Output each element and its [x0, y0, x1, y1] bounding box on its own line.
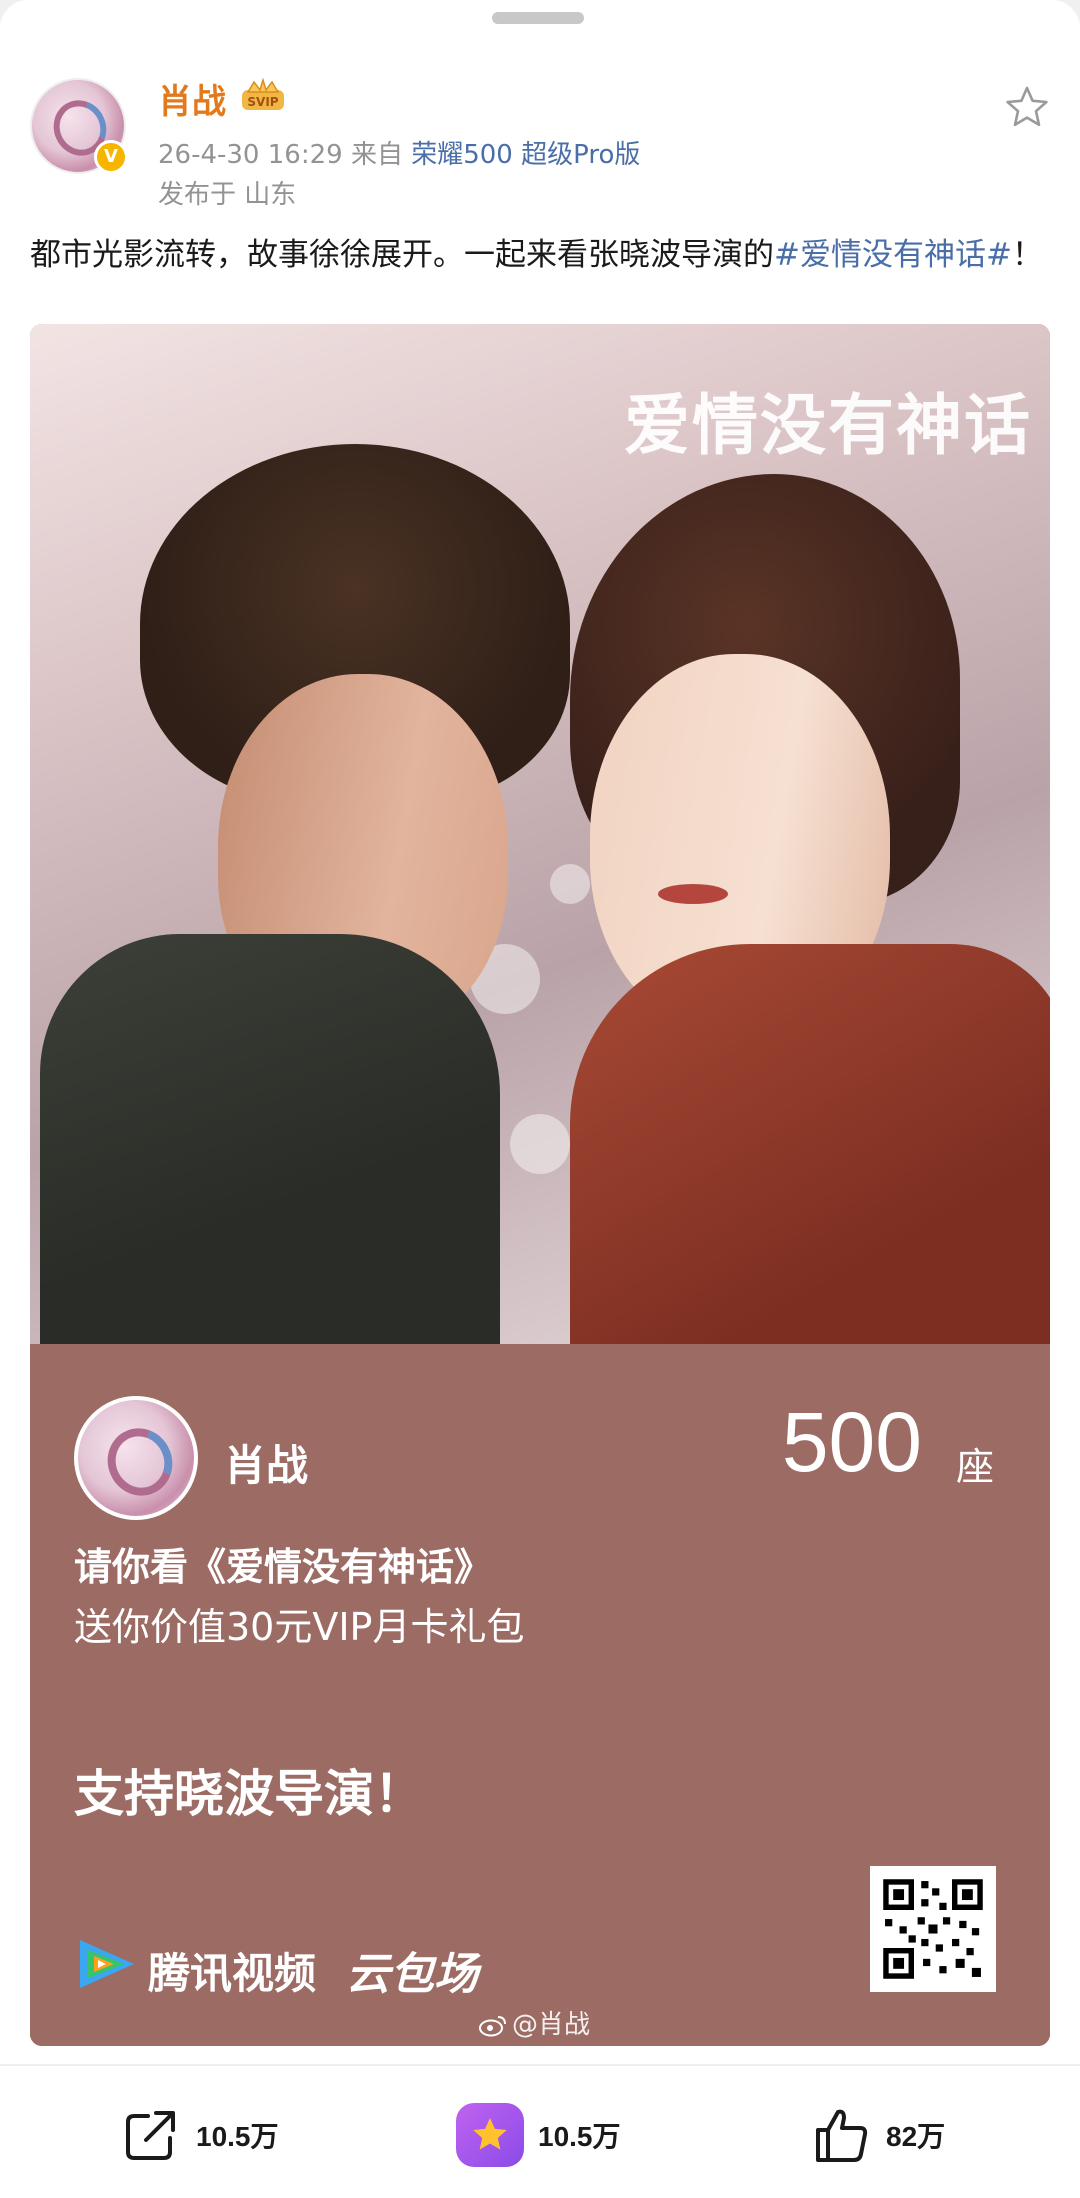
post-meta: 26-4-30 16:29 来自 荣耀500 超级Pro版: [158, 134, 640, 171]
action-bar: 10.5万 10.5万 82万: [0, 2080, 1080, 2190]
support-text: 支持晓波导演！: [74, 1765, 424, 1823]
seat-count: 500: [781, 1395, 922, 1489]
post-text: 都市光影流转，故事徐徐展开。一起来看张晓波导演的#爱情没有神话#！: [30, 232, 1050, 278]
source-prefix: 来自: [350, 140, 403, 170]
invite-text: 请你看《爱情没有神话》: [74, 1545, 493, 1589]
svg-text:SVIP: SVIP: [247, 95, 278, 109]
invite-card[interactable]: 爱情没有神话 肖战 500 座 请你看《爱情没有神话》 送你价值30元VIP月卡…: [30, 324, 1050, 2046]
card-avatar: [74, 1396, 198, 1520]
like-button[interactable]: 82万: [810, 2100, 945, 2170]
brand-name: 腾讯视频: [148, 1949, 317, 1998]
post-time: 26-4-30 16:29: [158, 140, 343, 170]
coin-star-icon: [456, 2103, 524, 2167]
qr-code: [870, 1866, 996, 1992]
seat-unit: 座: [955, 1445, 994, 1489]
divider: [0, 2064, 1080, 2066]
post-text-end: ！: [1011, 237, 1043, 273]
weibo-watermark: @肖战: [478, 2004, 590, 2041]
like-icon: [816, 2109, 868, 2162]
post-header: V 肖战 SVIP 26-4-30 16:29 来自 荣耀500 超级Pro版 …: [30, 74, 1050, 214]
woman-shirt: [570, 944, 1050, 1344]
brand-subtitle: 云包场: [346, 1949, 478, 2000]
post-sheet: V 肖战 SVIP 26-4-30 16:29 来自 荣耀500 超级Pro版 …: [0, 0, 1080, 2198]
watermark-text: @肖战: [512, 2010, 591, 2040]
man-shirt: [40, 934, 500, 1344]
topic-link[interactable]: #爱情没有神话#: [774, 237, 1012, 273]
post-location: 发布于 山东: [158, 180, 297, 210]
like-count: 82万: [886, 2121, 946, 2152]
weibo-icon: [479, 2016, 506, 2037]
repost-icon: [126, 2111, 175, 2160]
coin-count: 10.5万: [538, 2121, 621, 2152]
drag-handle[interactable]: [492, 12, 584, 24]
card-name: 肖战: [224, 1441, 309, 1490]
post-source[interactable]: 荣耀500 超级Pro版: [411, 140, 640, 170]
vip-crown-icon: SVIP: [242, 78, 284, 110]
poster-title: 爱情没有神话: [624, 387, 1032, 464]
star-icon[interactable]: [1004, 84, 1050, 130]
post-text-body: 都市光影流转，故事徐徐展开。一起来看张晓波导演的: [30, 237, 774, 273]
coin-button[interactable]: 10.5万: [456, 2100, 621, 2170]
repost-button[interactable]: 10.5万: [120, 2100, 279, 2170]
verified-icon: V: [94, 140, 128, 174]
author-name[interactable]: 肖战: [158, 74, 226, 123]
tencent-video-icon: [80, 1940, 134, 1988]
repost-count: 10.5万: [196, 2121, 279, 2152]
poster-image[interactable]: 爱情没有神话: [30, 324, 1050, 1344]
gift-text: 送你价值30元VIP月卡礼包: [74, 1605, 525, 1649]
card-info: 肖战 500 座 请你看《爱情没有神话》 送你价值30元VIP月卡礼包 支持晓波…: [30, 1344, 1050, 2046]
